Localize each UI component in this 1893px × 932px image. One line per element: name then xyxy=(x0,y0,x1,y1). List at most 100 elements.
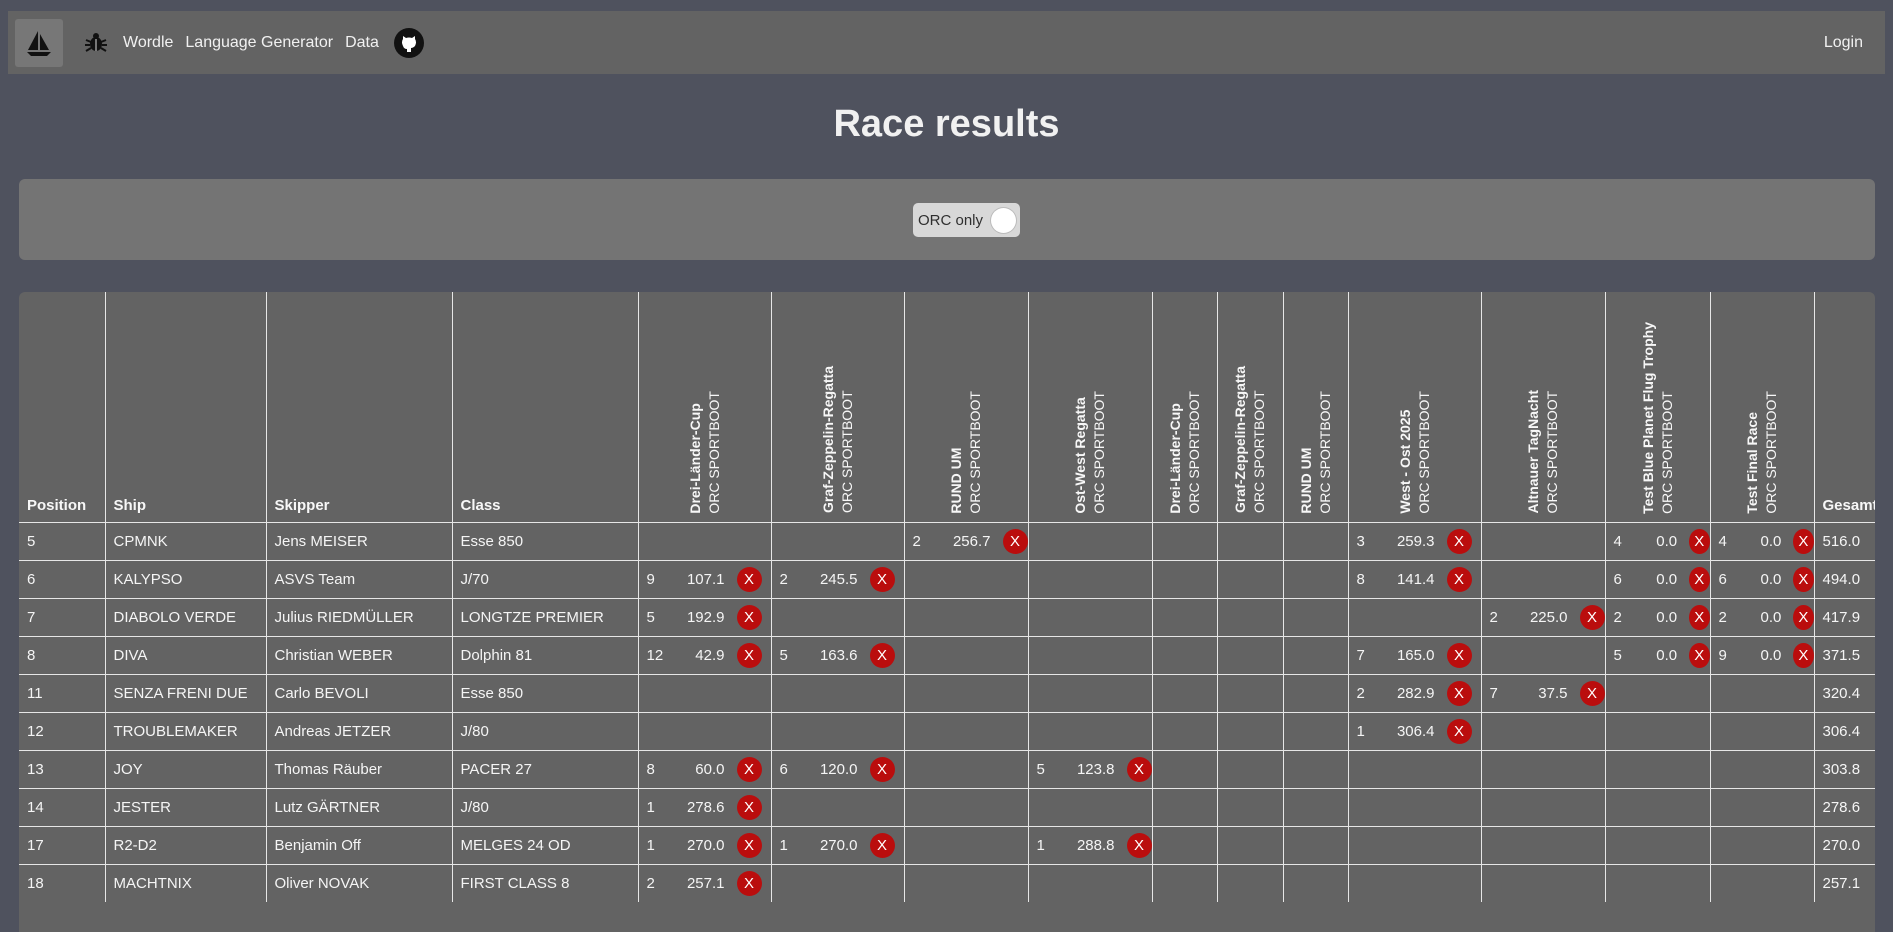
header-race-3[interactable]: Ost-West Regatta ORC SPORTBOOT xyxy=(1028,292,1153,522)
remove-result-button[interactable]: X xyxy=(736,604,762,630)
race-points: 0.0 xyxy=(1656,646,1678,664)
race-header-text: Test Final Race ORC SPORTBOOT xyxy=(1743,391,1781,514)
header-race-0[interactable]: Drei-Länder-Cup ORC SPORTBOOT xyxy=(638,292,772,522)
cell-skipper: Jens MEISER xyxy=(266,521,453,560)
race-header-text: West - Ost 2025 ORC SPORTBOOT xyxy=(1396,391,1434,514)
remove-result-button[interactable]: X xyxy=(1793,604,1813,630)
nav-link-language-generator[interactable]: Language Generator xyxy=(185,34,333,52)
remove-result-button[interactable]: X xyxy=(1793,566,1813,592)
cell-race-empty xyxy=(1028,635,1153,674)
cell-race-result: 8 141.4 X xyxy=(1348,559,1482,598)
remove-result-button[interactable]: X xyxy=(869,642,895,668)
header-race-5[interactable]: Graf-Zeppelin-Regatta ORC SPORTBOOT xyxy=(1217,292,1284,522)
nav-link-wordle[interactable]: Wordle xyxy=(123,34,173,52)
remove-result-button[interactable]: X xyxy=(1002,528,1027,554)
remove-result-button[interactable]: X xyxy=(869,832,895,858)
cell-skipper: Andreas JETZER xyxy=(266,711,453,750)
header-race-8[interactable]: Altnauer TagNacht ORC SPORTBOOT xyxy=(1481,292,1606,522)
remove-result-button[interactable]: X xyxy=(869,756,895,782)
remove-result-button[interactable]: X xyxy=(736,794,762,820)
remove-result-button[interactable]: X xyxy=(1689,528,1709,554)
cell-position: 5 xyxy=(19,521,106,560)
remove-result-button[interactable]: X xyxy=(1446,528,1472,554)
header-total[interactable]: Gesamt xyxy=(1814,292,1876,522)
race-position: 5 xyxy=(779,646,788,664)
header-class[interactable]: Class xyxy=(452,292,639,522)
race-position: 1 xyxy=(646,798,655,816)
cell-position: 17 xyxy=(19,825,106,864)
cell-ship: MACHTNIX xyxy=(105,863,267,902)
header-ship[interactable]: Ship xyxy=(105,292,267,522)
remove-result-button[interactable]: X xyxy=(736,870,762,896)
bug-icon[interactable] xyxy=(81,28,111,58)
cell-race-empty xyxy=(1217,597,1284,636)
cell-race-empty xyxy=(904,749,1029,788)
cell-race-empty xyxy=(1348,787,1482,826)
remove-result-button[interactable]: X xyxy=(869,566,895,592)
remove-result-button[interactable]: X xyxy=(1579,604,1604,630)
home-button[interactable] xyxy=(15,18,63,67)
remove-result-button[interactable]: X xyxy=(1126,832,1151,858)
remove-result-button[interactable]: X xyxy=(736,756,762,782)
orc-only-toggle[interactable]: ORC only xyxy=(913,203,1020,237)
race-points: 0.0 xyxy=(1760,532,1782,550)
remove-result-button[interactable]: X xyxy=(736,642,762,668)
header-race-10[interactable]: Test Final Race ORC SPORTBOOT xyxy=(1710,292,1815,522)
cell-race-empty xyxy=(1283,635,1349,674)
cell-total: 270.0 xyxy=(1814,825,1875,864)
cell-race-empty xyxy=(771,863,905,902)
remove-result-button[interactable]: X xyxy=(1793,642,1813,668)
remove-result-button[interactable]: X xyxy=(1689,566,1709,592)
cell-race-empty xyxy=(1481,635,1606,674)
remove-result-button[interactable]: X xyxy=(736,566,762,592)
cell-race-result: 4 0.0 X xyxy=(1710,521,1815,560)
header-race-9[interactable]: Test Blue Planet Flug Trophy ORC SPORTBOO… xyxy=(1605,292,1711,522)
remove-result-button[interactable]: X xyxy=(1689,642,1709,668)
cell-race-empty xyxy=(1481,711,1606,750)
race-name: West - Ost 2025 xyxy=(1396,409,1413,514)
header-race-1[interactable]: Graf-Zeppelin-Regatta ORC SPORTBOOT xyxy=(771,292,905,522)
remove-result-button[interactable]: X xyxy=(1446,718,1472,744)
cell-total: 516.0 xyxy=(1814,521,1875,560)
race-position: 4 xyxy=(1718,532,1727,550)
cell-race-empty xyxy=(1152,635,1218,674)
header-race-6[interactable]: RUND UM ORC SPORTBOOT xyxy=(1283,292,1349,522)
cell-ship: CPMNK xyxy=(105,521,267,560)
nav-link-data[interactable]: Data xyxy=(345,34,379,52)
login-link[interactable]: Login xyxy=(1824,34,1863,52)
race-category: ORC SPORTBOOT xyxy=(967,390,983,514)
remove-result-button[interactable]: X xyxy=(1579,680,1604,706)
cell-race-empty xyxy=(1283,749,1349,788)
github-icon[interactable] xyxy=(393,27,425,59)
race-position: 7 xyxy=(1356,646,1365,664)
remove-result-button[interactable]: X xyxy=(1689,604,1709,630)
cell-ship: DIABOLO VERDE xyxy=(105,597,267,636)
remove-result-button[interactable]: X xyxy=(1446,642,1472,668)
cell-race-result: 4 0.0 X xyxy=(1605,521,1711,560)
remove-result-button[interactable]: X xyxy=(1446,680,1472,706)
cell-race-empty xyxy=(904,559,1029,598)
header-race-4[interactable]: Drei-Länder-Cup ORC SPORTBOOT xyxy=(1152,292,1218,522)
cell-ship: JESTER xyxy=(105,787,267,826)
header-race-7[interactable]: West - Ost 2025 ORC SPORTBOOT xyxy=(1348,292,1482,522)
race-header-text: Drei-Länder-Cup ORC SPORTBOOT xyxy=(1166,391,1204,514)
header-race-2[interactable]: RUND UM ORC SPORTBOOT xyxy=(904,292,1029,522)
remove-result-button[interactable]: X xyxy=(1126,756,1151,782)
header-skipper[interactable]: Skipper xyxy=(266,292,453,522)
cell-position: 13 xyxy=(19,749,106,788)
cell-race-empty xyxy=(1028,711,1153,750)
race-name: Altnauer TagNacht xyxy=(1525,390,1541,514)
race-header-wrap: RUND UM ORC SPORTBOOT xyxy=(905,391,1028,514)
race-points: 123.8 xyxy=(1076,760,1115,778)
race-points: 259.3 xyxy=(1396,532,1435,550)
remove-result-button[interactable]: X xyxy=(1446,566,1472,592)
race-points: 257.1 xyxy=(686,874,725,892)
cell-race-empty xyxy=(1283,559,1349,598)
cell-race-empty xyxy=(904,825,1029,864)
cell-class: J/80 xyxy=(452,711,639,750)
remove-result-button[interactable]: X xyxy=(736,832,762,858)
header-position[interactable]: Position xyxy=(19,292,106,522)
race-header-wrap: RUND UM ORC SPORTBOOT xyxy=(1284,391,1348,514)
remove-result-button[interactable]: X xyxy=(1793,528,1813,554)
cell-total: 320.4 xyxy=(1814,673,1875,712)
